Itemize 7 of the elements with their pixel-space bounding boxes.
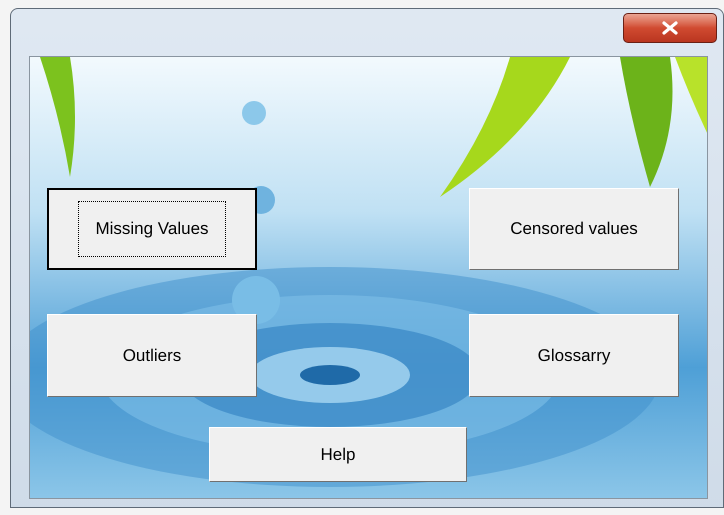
dialog-button[interactable]: Glossarry — [469, 314, 679, 397]
dialog-button[interactable]: Missing Values — [47, 188, 257, 270]
dialog-button[interactable]: Outliers — [47, 314, 257, 397]
close-button[interactable] — [623, 13, 717, 43]
dialog-button[interactable]: Help — [209, 427, 467, 482]
close-icon — [661, 21, 679, 35]
dialog-button[interactable]: Censored values — [469, 188, 679, 270]
